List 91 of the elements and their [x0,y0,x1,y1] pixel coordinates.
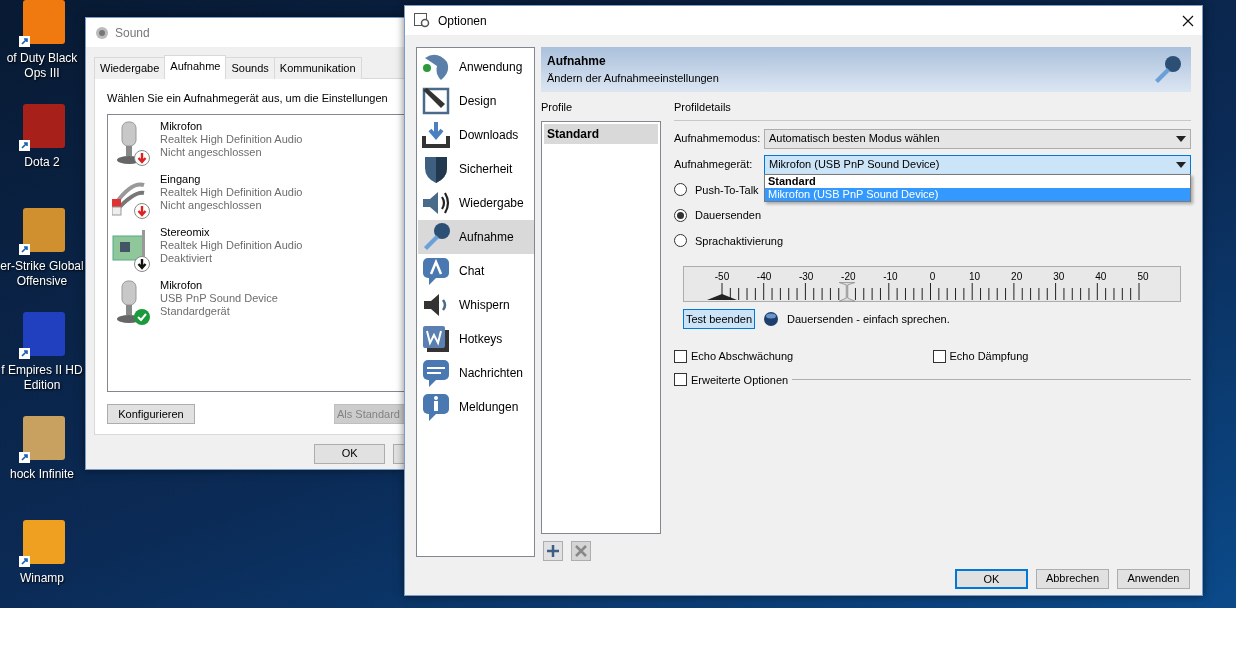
radio-option[interactable]: Push-To-Talk [674,181,759,198]
navigation-item[interactable]: Design [418,84,534,118]
device-name: Mikrofon [160,279,204,292]
header-subtitle: Ändern der Aufnahmeeinstellungen [547,71,719,87]
dialog-button[interactable]: Abbrechen [1036,568,1109,589]
status-text: Dauersenden - einfach sprechen. [787,311,950,327]
checkbox-option[interactable]: Erweiterte Optionen [674,371,789,388]
navigation-item[interactable]: Wiedergabe [418,186,534,220]
desktop-icon-label[interactable]: hock Infinite [0,467,84,482]
device-driver: Realtek High Definition Audio [160,239,303,252]
app-shortcut-icon [19,0,65,48]
instruction-text: Wählen Sie ein Aufnahmegerät aus, um die Einstellungen [107,90,389,106]
scale-label: -50 [714,270,730,284]
tab[interactable]: Sounds [225,57,275,79]
speech-bubble-icon [421,256,451,286]
keyboard-key-icon [421,324,451,354]
field-label: Aufnahmegerät: [674,157,754,173]
scale-label: -20 [840,270,857,284]
tab[interactable]: Wiedergabe [94,57,166,79]
scale-label: -40 [756,270,773,284]
field-label: Aufnahmemodus: [674,131,762,147]
navigation-item[interactable]: Whispern [418,288,534,322]
caret-icon [1176,135,1186,142]
checkbox-option[interactable]: Echo Dämpfung [932,348,1029,365]
app-shortcut-icon [19,104,65,152]
navigation-item[interactable]: Meldungen [418,390,534,424]
scale-label: -30 [798,270,815,284]
app-shortcut-icon [19,312,65,360]
desktop-icon-label[interactable]: Winamp [0,571,84,586]
navigation-item[interactable]: Aufnahme [418,220,534,254]
app-shortcut-icon [19,520,65,568]
speaker-icon [95,25,109,40]
pencil-frame-icon [421,86,451,116]
device-status: Nicht angeschlossen [160,199,263,212]
scale-label: 10 [968,270,982,284]
dialog-button[interactable]: OK [314,443,386,464]
device-status: Standardgerät [160,305,231,318]
tab[interactable]: Aufnahme [164,55,227,79]
navigation-item[interactable]: Chat [418,254,534,288]
device-name: Stereomix [160,226,211,239]
logo-icon [421,52,451,82]
navigation-item[interactable]: Sicherheit [418,152,534,186]
radio-option[interactable]: Sprachaktivierung [674,232,784,249]
header-title: Aufnahme [547,53,607,71]
scale-label: 40 [1094,270,1108,284]
device-name: Eingang [160,173,202,186]
tab[interactable]: Kommunikation [273,57,362,79]
device-name: Mikrofon [160,120,204,133]
dropdown-field[interactable]: Automatisch besten Modus wählen [764,128,1191,149]
dialog-button[interactable]: OK [955,568,1028,589]
peak-marker-icon [707,294,737,300]
section-label: Profildetails [674,99,1191,121]
action-button[interactable]: Konfigurieren [107,404,195,424]
test-button[interactable]: Test beenden [683,309,756,329]
scale-label: 30 [1052,270,1066,284]
device-driver: Realtek High Definition Audio [160,186,303,199]
add-icon [543,540,563,561]
app-shortcut-icon [19,416,65,464]
app-shortcut-icon [19,208,65,256]
scale-label: 0 [928,270,937,284]
desktop-icon-label[interactable]: Dota 2 [0,155,84,170]
device-driver: USB PnP Sound Device [160,292,278,305]
device-driver: Realtek High Definition Audio [160,133,303,146]
device-status: Nicht angeschlossen [160,146,263,159]
scale-label: 50 [1136,270,1150,284]
speech-bubble-icon [421,358,451,388]
navigation-item[interactable]: Downloads [418,118,534,152]
navigation-item[interactable]: Hotkeys [418,322,534,356]
status-orb-icon [763,311,780,327]
scale-label: -10 [882,270,899,284]
dropdown-field[interactable]: Mikrofon (USB PnP Sound Device) [764,154,1191,175]
info-icon [421,392,451,422]
remove-icon [571,540,591,561]
dialog-button[interactable]: Anwenden [1117,568,1190,589]
window-title: Sound [115,24,150,42]
desktop-icon-label[interactable]: er-Strike Global Offensive [0,259,84,289]
checkbox-option[interactable]: Echo Abschwächung [674,348,794,365]
navigation-item[interactable]: Anwendung [418,50,534,84]
caret-icon [1176,161,1186,168]
navigation-item[interactable]: Nachrichten [418,356,534,390]
download-icon [421,120,451,150]
window-title: Optionen [438,12,487,30]
close-icon [1182,14,1194,27]
desktop-icon-label[interactable]: f Empires II HD Edition [0,363,84,393]
device-status: Deaktiviert [160,252,213,265]
scale-label: 20 [1010,270,1024,284]
profile-item[interactable]: Standard [544,123,658,144]
desktop-icon-label[interactable]: of Duty Black Ops III [0,51,84,81]
dropdown-option[interactable]: Standard [765,174,1190,188]
radio-option[interactable]: Dauersenden [674,207,762,224]
section-label: Profile [541,100,574,115]
